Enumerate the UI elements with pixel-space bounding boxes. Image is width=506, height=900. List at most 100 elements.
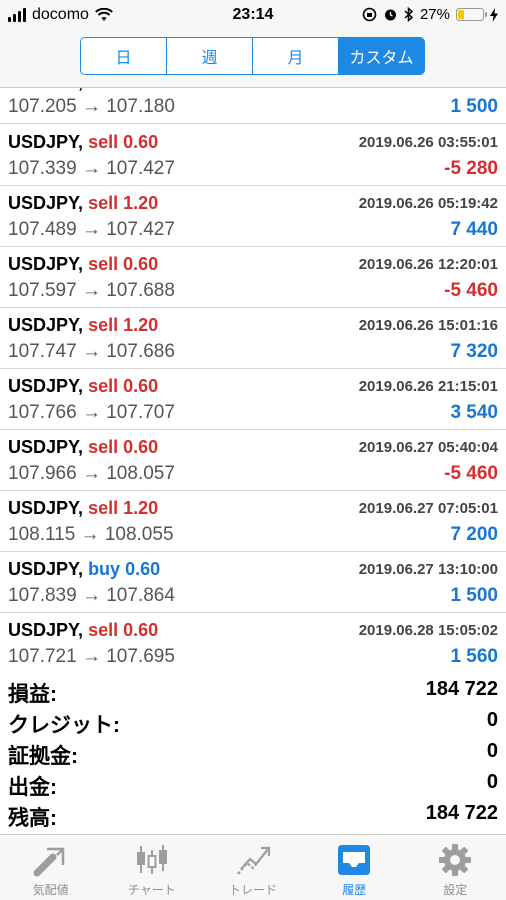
trade-prices: 107.966 → 108.057 (8, 463, 175, 484)
tab-label: トレード (229, 883, 278, 897)
tab-quotes[interactable]: 気配値 (0, 835, 101, 900)
tab-bar: 気配値 チャート トレード 履歴 設定 (0, 834, 506, 900)
history-inbox-icon (334, 843, 374, 877)
summary-balance: 残高: 184 722 (0, 800, 506, 830)
battery-icon (456, 8, 487, 21)
tab-label: チャート (127, 883, 176, 897)
bluetooth-icon (404, 7, 414, 22)
account-summary: 損益: 184 722 クレジット: 0 証拠金: 0 出金: 0 残高: 18… (0, 676, 506, 832)
trade-prices: 107.597 → 107.688 (8, 280, 175, 301)
trade-side: sell (88, 193, 119, 213)
period-header: 日 週 月 カスタム (0, 30, 506, 88)
segment-month[interactable]: 月 (253, 38, 339, 74)
status-bar: docomo 23:14 27% (0, 0, 506, 30)
tab-label: 設定 (443, 883, 468, 897)
trade-prices: 107.339 → 107.427 (8, 158, 175, 179)
summary-value: 184 722 (425, 678, 498, 700)
trade-row[interactable]: USDJPY, buy 0.60 2019.06.27 13:10:00 107.8… (0, 552, 506, 613)
trade-symbol-line: USDJPY, buy 0.60 (8, 559, 160, 580)
trade-side: sell (88, 620, 119, 640)
segment-custom[interactable]: カスタム (339, 38, 424, 74)
alarm-icon (384, 9, 396, 21)
trade-profit: 1 560 (450, 646, 498, 667)
trade-profit: -5 460 (444, 280, 498, 301)
trade-profit: 3 540 (450, 402, 498, 423)
summary-value: 0 (486, 771, 498, 793)
trade-time: 2019.06.26 15:01:16 (358, 317, 498, 334)
trade-row[interactable]: USDJPY, sell 0.60 2019.06.28 15:05:02 107.… (0, 613, 506, 670)
trade-prices: 107.747 → 107.686 (8, 341, 175, 362)
trade-symbol: USDJPY, (8, 620, 84, 640)
trade-symbol-line: USDJPY, sell 1.20 (8, 498, 158, 519)
trade-symbol: USDJPY, (8, 132, 84, 152)
charging-bolt-icon (490, 7, 498, 22)
trade-symbol: USDJPY, (8, 254, 84, 274)
summary-label: 損益: (8, 683, 57, 706)
trade-row[interactable]: USDJPY, sell 1.20 2019.06.26 15:01:16 107.… (0, 308, 506, 369)
trade-symbol-line: USDJPY, sell 0.60 (8, 376, 158, 397)
segment-week[interactable]: 週 (167, 38, 253, 74)
trade-row[interactable]: USDJPY, sell 1.20 2019.06.26 05:19:42 107.… (0, 186, 506, 247)
trade-time: 2019.06.27 05:40:04 (358, 439, 498, 456)
tab-label: 気配値 (32, 883, 69, 897)
summary-label: 残高: (8, 807, 57, 830)
trade-prices: 108.115 → 108.055 (8, 524, 174, 545)
trade-volume: 1.20 (123, 193, 159, 213)
rotation-lock-icon (362, 7, 377, 22)
trade-side: sell (88, 498, 119, 518)
summary-withdrawal: 出金: 0 (0, 769, 506, 799)
trade-side: sell (88, 254, 119, 274)
tab-settings[interactable]: 設定 (405, 835, 506, 900)
trade-prices: 107.766 → 107.707 (8, 402, 175, 423)
trade-row[interactable]: USDJPY, sell 0.60 2019.06.27 05:40:04 107.… (0, 430, 506, 491)
tab-chart[interactable]: チャート (101, 835, 202, 900)
trade-profit: 7 440 (450, 219, 498, 240)
trade-symbol: USDJPY, (8, 376, 84, 396)
trade-side: buy (88, 559, 121, 579)
trade-time: 2019.06.27 13:10:00 (358, 561, 498, 578)
trade-time: 2019.06.28 15:05:02 (358, 622, 498, 639)
trade-time: 2019.06.26 12:20:01 (358, 256, 498, 273)
trade-profit: 7 200 (450, 524, 498, 545)
trade-symbol: USDJPY, (8, 193, 84, 213)
trade-profit: -5 460 (444, 463, 498, 484)
tab-trade[interactable]: トレード (202, 835, 303, 900)
trade-volume: 1.20 (123, 315, 159, 335)
tab-label: 履歴 (342, 883, 367, 897)
summary-label: 証拠金: (8, 745, 78, 768)
trade-side: sell (88, 376, 119, 396)
trade-profit: -5 280 (444, 158, 498, 179)
trade-prices: 107.839 → 107.864 (8, 585, 175, 606)
quotes-arrow-icon (31, 843, 71, 877)
trade-row[interactable]: USDJPY, sell 1.20 2019.06.27 07:05:01 108.… (0, 491, 506, 552)
summary-profit: 損益: 184 722 (0, 676, 506, 706)
trade-prices: 107.205 → 107.180 (8, 96, 175, 117)
summary-value: 184 722 (425, 802, 498, 824)
trade-side: sell (88, 437, 119, 457)
status-right: 27% (362, 6, 498, 23)
segment-day[interactable]: 日 (81, 38, 167, 74)
trade-volume: 0.60 (123, 376, 159, 396)
trade-volume: 0.60 (125, 559, 161, 579)
trade-volume: 0.60 (123, 437, 159, 457)
trade-volume: 0.60 (123, 132, 159, 152)
summary-label: 出金: (8, 776, 57, 799)
trade-volume: 0.60 (123, 620, 159, 640)
trade-symbol-line: USDJPY, sell 1.20 (8, 193, 158, 214)
trade-row[interactable]: USDJPY, sell 0.60 2019.06.26 21:15:01 107.… (0, 369, 506, 430)
summary-margin: 証拠金: 0 (0, 738, 506, 768)
trade-row-partial[interactable]: USDJPY, sell 0.60 107.205 → 107.180 1 50… (0, 88, 506, 124)
clipped-row-heading: USDJPY, sell 0.60 (8, 88, 178, 92)
trade-symbol: USDJPY, (8, 498, 84, 518)
trade-row[interactable]: USDJPY, sell 0.60 2019.06.26 03:55:01 107.… (0, 125, 506, 186)
trade-side: sell (88, 132, 119, 152)
tab-history[interactable]: 履歴 (304, 835, 405, 900)
trade-symbol-line: USDJPY, sell 0.60 (8, 254, 158, 275)
trade-trend-icon (233, 843, 273, 877)
trade-symbol: USDJPY, (8, 315, 84, 335)
candlestick-chart-icon (132, 843, 172, 877)
gear-icon (435, 843, 475, 877)
trade-profit: 1 500 (450, 585, 498, 606)
trade-row[interactable]: USDJPY, sell 0.60 2019.06.26 12:20:01 107.… (0, 247, 506, 308)
trade-history-list[interactable]: USDJPY, sell 0.60 107.205 → 107.180 1 50… (0, 88, 506, 670)
